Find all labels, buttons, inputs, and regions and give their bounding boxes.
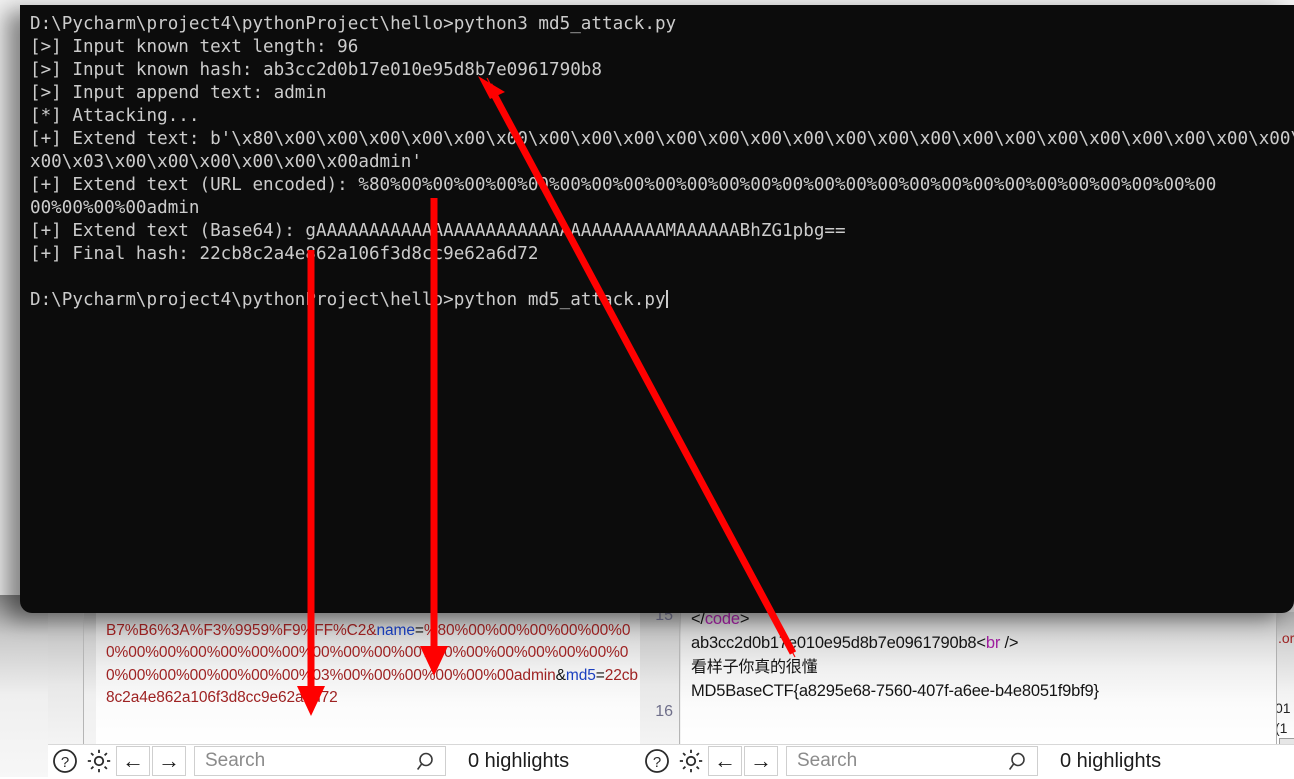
search-icon[interactable] — [415, 750, 437, 779]
sliver-text-3: (1 — [1276, 720, 1288, 736]
request-param-name: name — [376, 621, 415, 639]
svg-text:?: ? — [653, 754, 661, 771]
svg-text:?: ? — [61, 754, 69, 771]
gear-icon[interactable] — [674, 745, 708, 777]
response-line-flag: MD5BaseCTF{a8295e68-7560-407f-a6ee-b4e80… — [691, 682, 1099, 700]
response-line-chinese: 看样子你真的很懂 — [691, 657, 818, 676]
help-icon[interactable]: ? — [48, 745, 82, 777]
request-toolbar[interactable]: ? ← → 0 highlights — [48, 744, 648, 777]
gear-icon[interactable] — [82, 745, 116, 777]
help-icon[interactable]: ? — [640, 745, 674, 777]
highlights-count: 0 highlights — [468, 749, 570, 772]
back-button[interactable]: ← — [708, 746, 742, 776]
clipped-panel-sliver: .or 01 (1 — [1276, 612, 1294, 745]
highlights-count: 0 highlights — [1060, 749, 1162, 772]
tag-name-br: br — [985, 634, 1001, 652]
response-line-number-gutter: 15 16 — [640, 595, 680, 745]
line-number-16: 16 — [655, 703, 673, 720]
terminal-cursor — [665, 290, 668, 308]
br-open-bracket: < — [976, 634, 986, 652]
terminal-output: D:\Pycharm\project4\pythonProject\hello>… — [30, 14, 1294, 310]
http-response-panel[interactable]: 15 16 </code> ab3cc2d0b17e010e95d8b7e096… — [640, 595, 1294, 745]
br-close-bracket: /> — [1000, 634, 1019, 652]
response-line-hash: ab3cc2d0b17e010e95d8b7e0961790b8<br /> — [691, 631, 1294, 655]
http-request-panel[interactable]: F%85%7C%14w%06%C2%3AC%3C%0C%1B%FD%BB%98%… — [48, 595, 648, 745]
request-raw-text: F%85%7C%14w%06%C2%3AC%3C%0C%1B%FD%BB%98%… — [106, 597, 646, 710]
sliver-text-2: 01 — [1276, 700, 1291, 716]
request-line-number-gutter — [48, 595, 84, 745]
request-equals-1: = — [414, 621, 424, 639]
response-toolbar[interactable]: ? ← → 0 highlights — [640, 744, 1294, 777]
search-box[interactable] — [786, 746, 1044, 779]
response-body-area[interactable]: </code> ab3cc2d0b17e010e95d8b7e0961790b8… — [681, 595, 1294, 745]
forward-button[interactable]: → — [152, 746, 186, 776]
forward-button[interactable]: → — [744, 746, 778, 776]
terminal-window[interactable]: D:\Pycharm\project4\pythonProject\hello>… — [20, 5, 1294, 613]
sliver-text-1: .or — [1278, 630, 1294, 646]
request-ampersand: & — [555, 666, 566, 684]
request-param-md5: md5 — [565, 666, 596, 684]
back-button[interactable]: ← — [116, 746, 150, 776]
request-body-area[interactable]: F%85%7C%14w%06%C2%3AC%3C%0C%1B%FD%BB%98%… — [96, 595, 648, 745]
request-equals-2: = — [595, 666, 605, 684]
search-box[interactable] — [194, 746, 452, 779]
response-known-hash: ab3cc2d0b17e010e95d8b7e0961790b8 — [691, 634, 977, 652]
search-icon[interactable] — [1007, 750, 1029, 779]
